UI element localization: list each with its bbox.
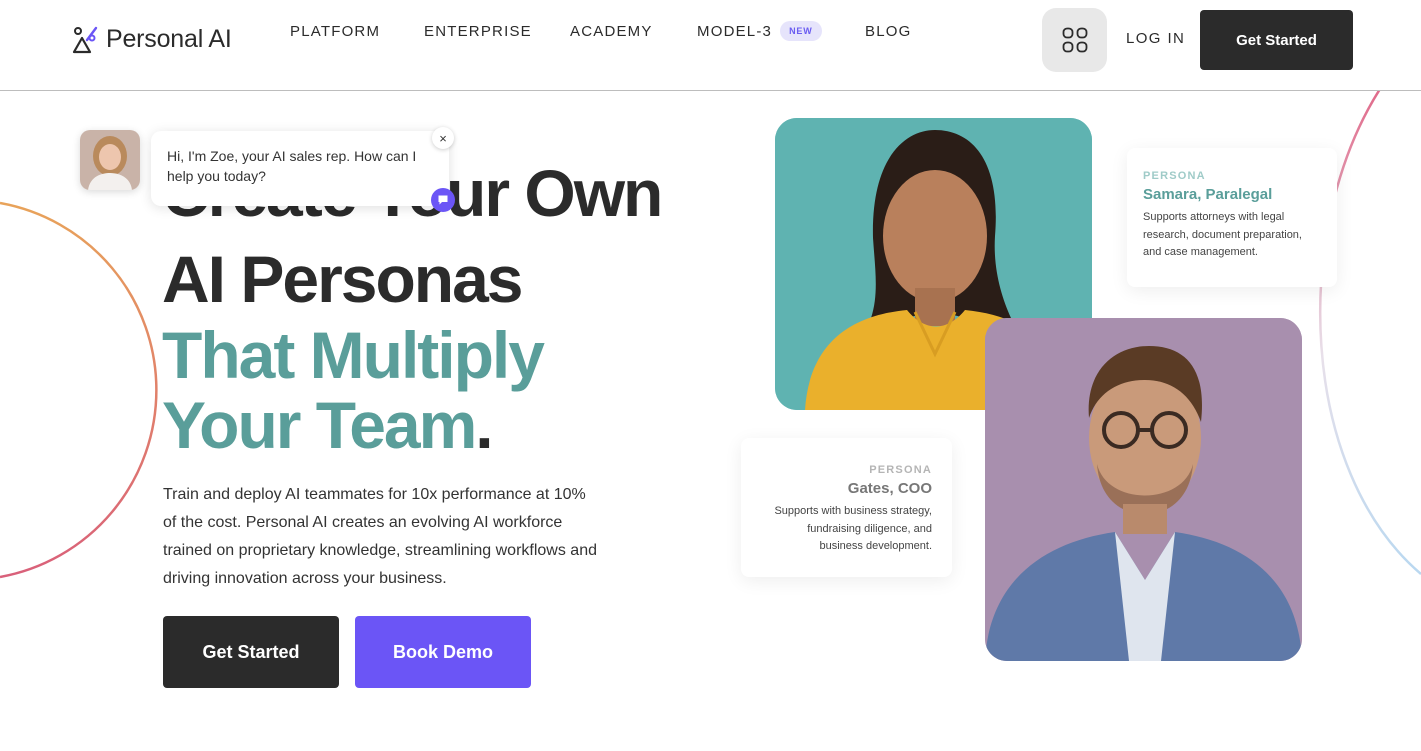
persona-description: Supports attorneys with legal research, …: [1143, 211, 1302, 258]
persona-name: Samara, Paralegal: [1143, 186, 1273, 203]
persona-card-gates[interactable]: PERSONA Gates, COO Supports with busines…: [741, 438, 952, 577]
hero-get-started-button[interactable]: Get Started: [163, 616, 339, 688]
login-link[interactable]: LOG IN: [1126, 30, 1185, 47]
close-icon: ×: [439, 130, 447, 146]
book-demo-button[interactable]: Book Demo: [355, 616, 531, 688]
hero-description: Train and deploy AI teammates for 10x pe…: [163, 486, 597, 587]
chat-close-button[interactable]: ×: [432, 127, 454, 149]
persona-card-samara[interactable]: PERSONA Samara, Paralegal Supports attor…: [1127, 148, 1337, 287]
apps-menu-button[interactable]: [1042, 8, 1107, 72]
nav-model-3-label: MODEL-3: [697, 22, 773, 40]
agent-portrait: [80, 130, 140, 190]
chat-message-bubble[interactable]: Hi, I'm Zoe, your AI sales rep. How can …: [151, 131, 449, 206]
chat-agent-avatar[interactable]: [80, 130, 140, 190]
persona-label: PERSONA: [869, 464, 932, 476]
hero-title-line4: Your Team.: [162, 392, 494, 458]
nav-enterprise[interactable]: ENTERPRISE: [424, 23, 532, 40]
new-badge: NEW: [780, 21, 822, 41]
apps-grid-icon: [1062, 27, 1087, 53]
hero-title-line4-text: Your Team: [162, 388, 477, 462]
persona-name: Gates, COO: [847, 480, 932, 497]
hero-title-period: .: [475, 388, 493, 462]
nav-academy[interactable]: ACADEMY: [570, 23, 653, 40]
nav-platform[interactable]: PLATFORM: [290, 23, 380, 40]
persona-photo-gates: [985, 318, 1302, 661]
personal-ai-logo-icon: [72, 26, 98, 53]
site-header: Personal AI PLATFORM ENTERPRISE ACADEMY …: [0, 0, 1421, 91]
persona-description: Supports with business strategy, fundrai…: [774, 505, 932, 552]
hero-title-line2: AI Personas: [162, 242, 523, 316]
logo-text: Personal AI: [106, 25, 232, 53]
logo[interactable]: Personal AI: [72, 25, 232, 54]
chat-launcher-button[interactable]: [431, 188, 455, 212]
header-get-started-button[interactable]: Get Started: [1200, 10, 1353, 70]
chat-message-text: Hi, I'm Zoe, your AI sales rep. How can …: [167, 148, 417, 184]
nav-blog[interactable]: BLOG: [865, 23, 911, 40]
nav-model-3[interactable]: MODEL-3 NEW: [697, 21, 822, 41]
chat-icon: [438, 195, 448, 205]
persona-label: PERSONA: [1143, 170, 1206, 182]
man-portrait: [985, 318, 1302, 661]
hero-title-line3: That Multiply: [162, 318, 545, 392]
